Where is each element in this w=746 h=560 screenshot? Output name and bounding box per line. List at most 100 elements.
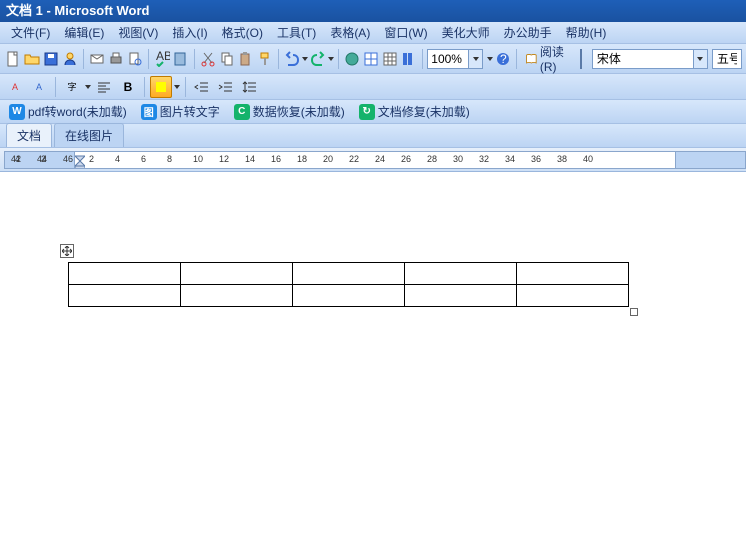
save-button[interactable] <box>42 48 60 70</box>
menu-item[interactable]: 办公助手 <box>497 22 559 43</box>
addon-button[interactable]: C数据恢复(未加载) <box>229 101 350 122</box>
copy-button[interactable] <box>218 48 236 70</box>
addon-icon: W <box>9 104 25 120</box>
bold-button[interactable]: B <box>117 76 139 98</box>
table-cell[interactable] <box>181 263 293 285</box>
addon-label: 文档修复(未加载) <box>378 103 470 120</box>
document-tab[interactable]: 在线图片 <box>54 123 124 147</box>
font-name-input[interactable] <box>593 52 693 66</box>
table-row[interactable] <box>69 263 629 285</box>
standard-toolbar: ABC ? 阅读(R) <box>0 44 746 74</box>
highlight-button[interactable] <box>150 76 172 98</box>
table-cell[interactable] <box>293 285 405 307</box>
font-name-combo[interactable] <box>592 49 708 69</box>
document-area[interactable] <box>0 172 746 552</box>
table-cell[interactable] <box>517 263 629 285</box>
formatting-toolbar: A A 字 B <box>0 74 746 100</box>
ruler-tick: 24 <box>375 154 385 164</box>
char-scaling-button[interactable]: 字 <box>61 76 83 98</box>
zoom-input[interactable] <box>428 52 468 66</box>
addon-button[interactable]: 图图片转文字 <box>136 101 225 122</box>
spelling-button[interactable]: ABC <box>153 48 171 70</box>
research-button[interactable] <box>172 48 190 70</box>
addon-button[interactable]: Wpdf转word(未加载) <box>4 101 132 122</box>
table-cell[interactable] <box>517 285 629 307</box>
addon-button[interactable]: ↻文档修复(未加载) <box>354 101 475 122</box>
columns-button[interactable] <box>400 48 418 70</box>
menu-item[interactable]: 文件(F) <box>4 22 57 43</box>
reading-label: 阅读(R) <box>540 43 572 74</box>
new-button[interactable] <box>4 48 22 70</box>
table-cell[interactable] <box>293 263 405 285</box>
mail-button[interactable] <box>88 48 106 70</box>
menu-item[interactable]: 工具(T) <box>270 22 323 43</box>
menu-item[interactable]: 表格(A) <box>323 22 377 43</box>
hyperlink-button[interactable] <box>343 48 361 70</box>
ruler-tick: 10 <box>193 154 203 164</box>
table-cell[interactable] <box>405 285 517 307</box>
style-a2-button[interactable]: A <box>28 76 50 98</box>
ruler-tick: 18 <box>297 154 307 164</box>
align-left-button[interactable] <box>93 76 115 98</box>
zoom-combo[interactable] <box>427 49 483 69</box>
document-table[interactable] <box>68 262 629 307</box>
help-button[interactable]: ? <box>494 48 512 70</box>
document-tab[interactable]: 文档 <box>6 123 52 147</box>
zoom-dropdown-icon[interactable] <box>468 50 482 68</box>
ruler-area: 42 246810121416182022242628303234363840 … <box>0 148 746 172</box>
table-cell[interactable] <box>181 285 293 307</box>
undo-button[interactable] <box>283 48 301 70</box>
style-a1-button[interactable]: A <box>4 76 26 98</box>
increase-indent-button[interactable] <box>215 76 237 98</box>
menu-item[interactable]: 格式(O) <box>215 22 270 43</box>
reading-layout-button[interactable]: 阅读(R) <box>521 43 576 74</box>
menu-item[interactable]: 编辑(E) <box>57 22 111 43</box>
table-move-handle[interactable] <box>60 244 74 258</box>
decrease-indent-button[interactable] <box>191 76 213 98</box>
ruler-tick: 16 <box>271 154 281 164</box>
open-button[interactable] <box>23 48 41 70</box>
print-button[interactable] <box>107 48 125 70</box>
ruler-tick: 32 <box>479 154 489 164</box>
menu-item[interactable]: 美化大师 <box>435 22 497 43</box>
table-cell[interactable] <box>69 263 181 285</box>
ruler-tick: 4 <box>115 154 120 164</box>
svg-text:?: ? <box>500 52 507 66</box>
ruler-tick: 8 <box>167 154 172 164</box>
table-resize-handle[interactable] <box>630 308 638 316</box>
highlight-dropdown-icon[interactable] <box>174 85 180 89</box>
menu-item[interactable]: 窗口(W) <box>377 22 434 43</box>
line-spacing-button[interactable] <box>239 76 261 98</box>
menu-item[interactable]: 视图(V) <box>111 22 165 43</box>
menu-bar: 文件(F)编辑(E)视图(V)插入(I)格式(O)工具(T)表格(A)窗口(W)… <box>0 22 746 44</box>
insert-table-button[interactable] <box>381 48 399 70</box>
indent-marker-icon[interactable] <box>75 152 85 169</box>
addon-label: 图片转文字 <box>160 103 220 120</box>
menu-item[interactable]: 插入(I) <box>165 22 214 43</box>
permission-button[interactable] <box>61 48 79 70</box>
redo-button[interactable] <box>309 48 327 70</box>
table-row[interactable] <box>69 285 629 307</box>
redo-dropdown-icon[interactable] <box>328 57 334 61</box>
ruler-tick: 28 <box>427 154 437 164</box>
undo-dropdown-icon[interactable] <box>302 57 308 61</box>
horizontal-ruler[interactable]: 42 246810121416182022242628303234363840 … <box>4 151 746 169</box>
font-size-input[interactable] <box>713 52 741 66</box>
font-name-dropdown-icon[interactable] <box>693 50 707 68</box>
format-painter-button[interactable] <box>256 48 274 70</box>
table-cell[interactable] <box>69 285 181 307</box>
title-bar: 文档 1 - Microsoft Word <box>0 0 746 22</box>
table-cell[interactable] <box>405 263 517 285</box>
tables-borders-button[interactable] <box>362 48 380 70</box>
paste-button[interactable] <box>237 48 255 70</box>
ruler-tick: 2 <box>89 154 94 164</box>
cut-button[interactable] <box>199 48 217 70</box>
font-size-combo[interactable] <box>712 49 742 69</box>
ruler-tick: 30 <box>453 154 463 164</box>
menu-item[interactable]: 帮助(H) <box>559 22 614 43</box>
char-scaling-dropdown-icon[interactable] <box>85 85 91 89</box>
preview-button[interactable] <box>126 48 144 70</box>
toolbar-overflow-icon[interactable] <box>487 57 493 61</box>
ruler-tick: 42 <box>11 154 21 164</box>
addon-label: 数据恢复(未加载) <box>253 103 345 120</box>
